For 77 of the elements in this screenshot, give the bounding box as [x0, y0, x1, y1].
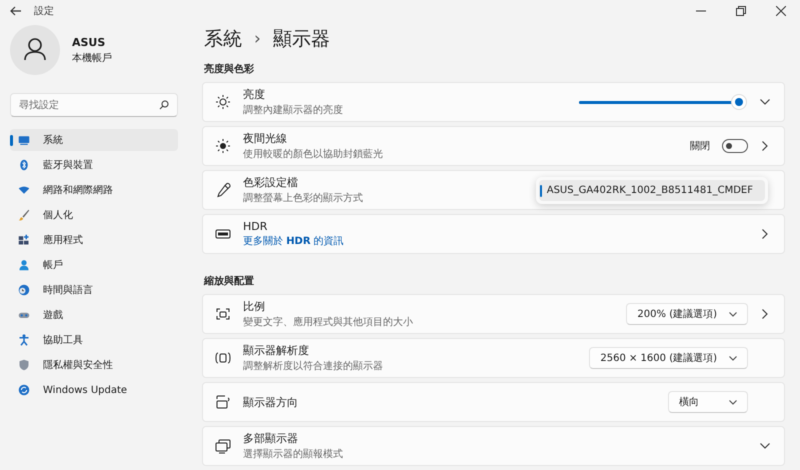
dropdown[interactable]: 橫向 [668, 391, 748, 413]
window-title: 設定 [34, 4, 54, 18]
settings-card[interactable]: HDR 更多關於 HDR 的資訊 [202, 214, 785, 254]
slider-thumb[interactable] [732, 94, 746, 108]
person-icon [18, 259, 30, 271]
chevron-right-icon[interactable] [762, 141, 768, 151]
caret-icon [729, 400, 737, 404]
setting-title: 夜間光線 [243, 131, 288, 146]
sidebar-item[interactable]: 網路和網際網路 [10, 179, 178, 201]
setting-title: 顯示器解析度 [243, 343, 310, 358]
toggle-switch[interactable] [722, 139, 748, 153]
avatar-icon [10, 25, 60, 75]
sun-icon [215, 94, 231, 110]
rotate-icon [215, 394, 231, 410]
caret-icon [729, 356, 737, 360]
caret-icon [729, 312, 737, 316]
setting-title: HDR [243, 220, 268, 233]
menu-option[interactable]: ASUS_GA402RK_1002_B8511481_CMDEF [538, 180, 765, 201]
shield-icon [18, 359, 30, 371]
sidebar-item[interactable]: 協助工具 [10, 329, 178, 351]
apps-icon [18, 234, 30, 246]
monitors-icon [215, 438, 231, 454]
setting-title: 亮度 [243, 87, 266, 102]
chevron-down-icon[interactable] [760, 443, 770, 449]
dropdown[interactable]: 2560 × 1600 (建議選項) [589, 347, 748, 369]
resolution-icon [215, 350, 231, 366]
setting-title: 比例 [243, 299, 266, 314]
sidebar-item[interactable]: 系統 [10, 129, 178, 151]
page-title: 顯示器 [272, 27, 330, 52]
section-title: 亮度與色彩 [204, 62, 255, 76]
setting-description: 調整內建顯示器的亮度 [243, 104, 343, 117]
settings-card[interactable]: 多部顯示器 選擇顯示器的顯報模式 [202, 426, 785, 466]
chevron-right-icon[interactable] [762, 229, 768, 239]
settings-card[interactable]: 亮度 調整內建顯示器的亮度 [202, 82, 785, 122]
accessibility-icon [18, 334, 30, 346]
breadcrumb-parent[interactable]: 系統 [204, 26, 242, 52]
setting-title: 多部顯示器 [243, 431, 299, 446]
back-icon[interactable] [10, 4, 22, 16]
sidebar-item[interactable]: 應用程式 [10, 229, 178, 251]
close-icon[interactable] [776, 6, 786, 16]
sidebar-item[interactable]: 隱私權與安全性 [10, 354, 178, 376]
restore-icon[interactable] [736, 6, 746, 16]
settings-card[interactable]: 夜間光線 使用較暖的顏色以協助封鎖藍光 關閉 [202, 126, 785, 166]
setting-title: 顯示器方向 [243, 394, 298, 410]
setting-description: 變更文字、應用程式與其他項目的大小 [243, 316, 413, 329]
breadcrumb-separator: › [254, 29, 261, 49]
settings-card[interactable]: 顯示器解析度 調整解析度以符合連接的顯示器 2560 × 1600 (建議選項) [202, 338, 785, 378]
monitor-icon [18, 134, 30, 146]
sidebar-item[interactable]: 帳戶 [10, 254, 178, 276]
bluetooth-icon [18, 159, 30, 171]
wifi-icon [18, 184, 30, 196]
setting-description: 選擇顯示器的顯報模式 [243, 448, 343, 461]
scale-icon [215, 306, 231, 322]
settings-card[interactable]: 比例 變更文字、應用程式與其他項目的大小 200% (建議選項) [202, 294, 785, 334]
setting-description: 調整解析度以符合連接的顯示器 [243, 360, 383, 373]
chevron-down-icon[interactable] [760, 99, 770, 105]
dropdown[interactable]: 200% (建議選項) [626, 303, 748, 325]
setting-description: 使用較暖的顏色以協助封鎖藍光 [243, 148, 383, 161]
sidebar-item[interactable]: 藍牙與裝置 [10, 154, 178, 176]
sidebar-item[interactable]: 個人化 [10, 204, 178, 226]
account-type: 本機帳戶 [72, 52, 112, 64]
settings-card[interactable]: 色彩設定檔 調整螢幕上色彩的顯示方式 ASUS_GA402RK_1002_B8511481_CMDEF [202, 170, 785, 210]
setting-description: 調整螢幕上色彩的顯示方式 [243, 192, 363, 205]
search-icon[interactable] [159, 100, 169, 110]
sidebar-item[interactable]: 時間與語言 [10, 279, 178, 301]
account-name: ASUS [72, 36, 106, 48]
section-title: 縮放與配置 [204, 274, 255, 288]
toggle-state: 關閉 [690, 140, 710, 153]
sidebar-item[interactable]: Windows Update [10, 379, 178, 401]
setting-title: 色彩設定檔 [243, 175, 299, 190]
chevron-right-icon[interactable] [762, 309, 768, 319]
brush-icon [18, 209, 30, 221]
sidebar-item[interactable]: 遊戲 [10, 304, 178, 326]
settings-card[interactable]: 顯示器方向 橫向 [202, 382, 785, 422]
update-icon [18, 384, 30, 396]
info-link[interactable]: 更多關於 HDR 的資訊 [243, 234, 344, 248]
search-field[interactable]: 尋找設定 [10, 93, 178, 117]
